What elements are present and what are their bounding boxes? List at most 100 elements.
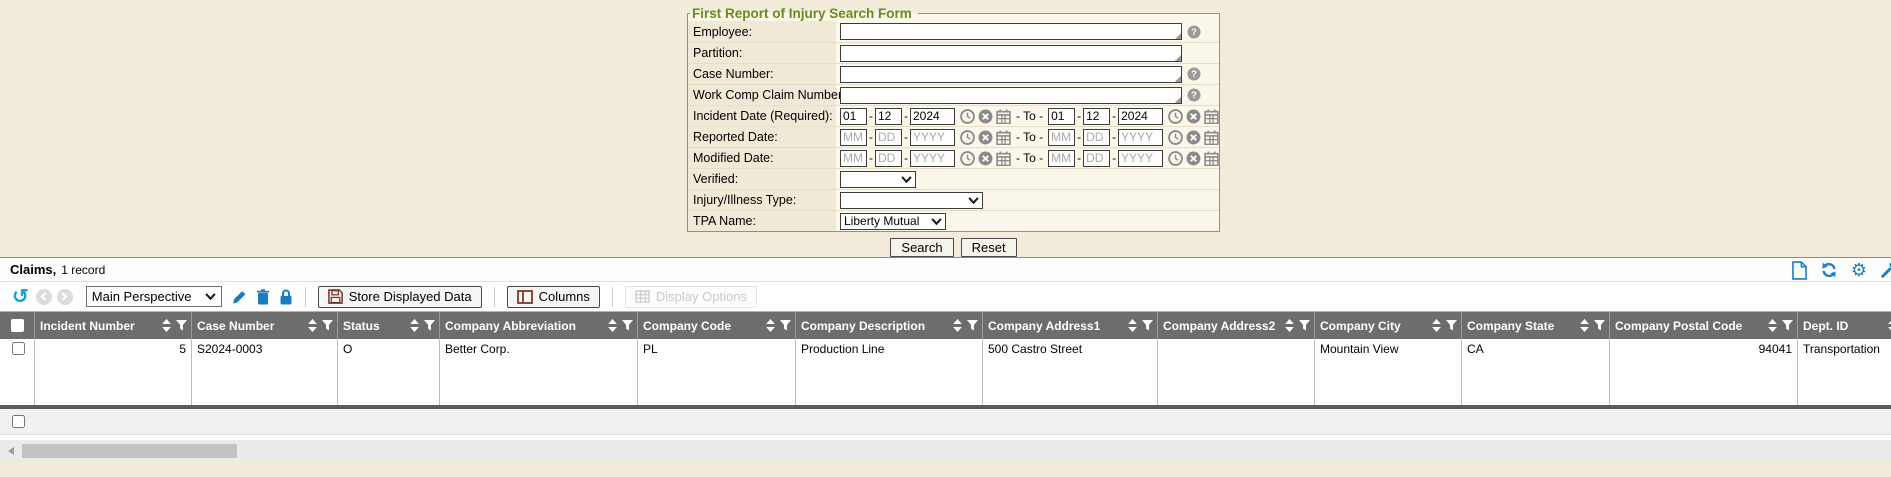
column-header-status[interactable]: Status — [338, 312, 440, 339]
incident-from-dd-input[interactable] — [875, 108, 902, 125]
incident-from-yyyy-input[interactable] — [910, 108, 955, 125]
column-header-company-city[interactable]: Company City — [1315, 312, 1462, 339]
filter-funnel-icon[interactable] — [780, 320, 791, 331]
reset-button[interactable]: Reset — [961, 238, 1017, 257]
incident-to-mm-input[interactable] — [1048, 108, 1075, 125]
previous-icon[interactable] — [36, 289, 52, 305]
incident-to-dd-input[interactable] — [1083, 108, 1110, 125]
refresh-icon[interactable] — [1820, 261, 1838, 279]
calendar-icon[interactable] — [1204, 109, 1219, 124]
case-number-input[interactable] — [840, 66, 1182, 83]
help-icon[interactable]: ? — [1187, 67, 1201, 81]
filter-funnel-icon[interactable] — [1446, 320, 1457, 331]
column-header-company-description[interactable]: Company Description — [796, 312, 983, 339]
tpa-name-select[interactable]: Liberty Mutual — [840, 213, 946, 230]
column-header-company-abbreviation[interactable]: Company Abbreviation — [440, 312, 638, 339]
help-icon[interactable]: ? — [1187, 25, 1201, 39]
reported-to-yyyy-input[interactable] — [1118, 129, 1163, 146]
undo-icon[interactable]: ↺ — [12, 287, 29, 307]
horizontal-scrollbar[interactable] — [0, 440, 1891, 462]
search-button[interactable]: Search — [890, 238, 953, 257]
time-icon[interactable] — [1168, 130, 1183, 145]
filter-funnel-icon[interactable] — [622, 320, 633, 331]
time-icon[interactable] — [1168, 151, 1183, 166]
new-document-icon[interactable] — [1792, 261, 1807, 280]
store-displayed-data-button[interactable]: Store Displayed Data — [318, 286, 482, 308]
sort-icon[interactable] — [953, 319, 962, 332]
column-header-dept-id[interactable]: Dept. ID — [1798, 312, 1891, 339]
sort-icon[interactable] — [162, 319, 171, 332]
sort-icon[interactable] — [608, 319, 617, 332]
modified-from-dd-input[interactable] — [875, 150, 902, 167]
column-header-company-address1[interactable]: Company Address1 — [983, 312, 1158, 339]
filter-funnel-icon[interactable] — [1142, 320, 1153, 331]
edit-pencil-icon[interactable] — [231, 289, 247, 305]
clear-date-icon[interactable] — [978, 130, 993, 145]
calendar-icon[interactable] — [1204, 151, 1219, 166]
clear-date-icon[interactable] — [1186, 109, 1201, 124]
sort-icon[interactable] — [1128, 319, 1137, 332]
filter-funnel-icon[interactable] — [1594, 320, 1605, 331]
lock-icon[interactable] — [279, 289, 293, 305]
sort-icon[interactable] — [1768, 319, 1777, 332]
column-header-company-postal-code[interactable]: Company Postal Code — [1610, 312, 1798, 339]
select-all-header-cell[interactable] — [0, 312, 35, 339]
modified-to-dd-input[interactable] — [1083, 150, 1110, 167]
delete-trash-icon[interactable] — [256, 289, 270, 305]
footer-checkbox[interactable] — [12, 415, 25, 428]
select-all-checkbox[interactable] — [11, 319, 24, 332]
sort-icon[interactable] — [308, 319, 317, 332]
work-comp-input[interactable] — [840, 87, 1182, 104]
sort-icon[interactable] — [1285, 319, 1294, 332]
reported-to-dd-input[interactable] — [1083, 129, 1110, 146]
time-icon[interactable] — [960, 130, 975, 145]
clear-date-icon[interactable] — [978, 151, 993, 166]
verified-select[interactable] — [840, 171, 916, 188]
sort-icon[interactable] — [1432, 319, 1441, 332]
reported-from-mm-input[interactable] — [840, 129, 867, 146]
clear-date-icon[interactable] — [978, 109, 993, 124]
calendar-icon[interactable] — [996, 130, 1011, 145]
incident-from-mm-input[interactable] — [840, 108, 867, 125]
reported-to-mm-input[interactable] — [1048, 129, 1075, 146]
row-checkbox[interactable] — [12, 342, 25, 355]
modified-from-yyyy-input[interactable] — [910, 150, 955, 167]
injury-type-select[interactable] — [840, 192, 983, 209]
modified-to-yyyy-input[interactable] — [1118, 150, 1163, 167]
sort-icon[interactable] — [410, 319, 419, 332]
column-header-company-address2[interactable]: Company Address2 — [1158, 312, 1315, 339]
column-header-case-number[interactable]: Case Number — [192, 312, 338, 339]
filter-funnel-icon[interactable] — [967, 320, 978, 331]
filter-funnel-icon[interactable] — [424, 320, 435, 331]
sort-icon[interactable] — [766, 319, 775, 332]
filter-funnel-icon[interactable] — [322, 320, 333, 331]
perspective-select[interactable]: Main Perspective — [86, 286, 222, 307]
column-header-incident-number[interactable]: Incident Number — [35, 312, 192, 339]
calendar-icon[interactable] — [996, 151, 1011, 166]
time-icon[interactable] — [960, 151, 975, 166]
time-icon[interactable] — [1168, 109, 1183, 124]
tools-wrench-icon[interactable] — [1880, 261, 1891, 279]
calendar-icon[interactable] — [1204, 130, 1219, 145]
scrollbar-thumb[interactable] — [22, 444, 237, 458]
calendar-icon[interactable] — [996, 109, 1011, 124]
reported-from-dd-input[interactable] — [875, 129, 902, 146]
settings-gear-icon[interactable]: ⚙ — [1851, 261, 1867, 279]
sort-icon[interactable] — [1580, 319, 1589, 332]
display-options-button[interactable]: Display Options — [625, 286, 757, 308]
clear-date-icon[interactable] — [1186, 151, 1201, 166]
modified-from-mm-input[interactable] — [840, 150, 867, 167]
modified-to-mm-input[interactable] — [1048, 150, 1075, 167]
partition-input[interactable] — [840, 45, 1182, 62]
next-icon[interactable] — [57, 289, 73, 305]
columns-button[interactable]: Columns — [507, 286, 600, 308]
column-header-company-code[interactable]: Company Code — [638, 312, 796, 339]
column-header-company-state[interactable]: Company State — [1462, 312, 1610, 339]
time-icon[interactable] — [960, 109, 975, 124]
filter-funnel-icon[interactable] — [1782, 320, 1793, 331]
filter-funnel-icon[interactable] — [176, 320, 187, 331]
help-icon[interactable]: ? — [1187, 88, 1201, 102]
reported-from-yyyy-input[interactable] — [910, 129, 955, 146]
clear-date-icon[interactable] — [1186, 130, 1201, 145]
incident-to-yyyy-input[interactable] — [1118, 108, 1163, 125]
